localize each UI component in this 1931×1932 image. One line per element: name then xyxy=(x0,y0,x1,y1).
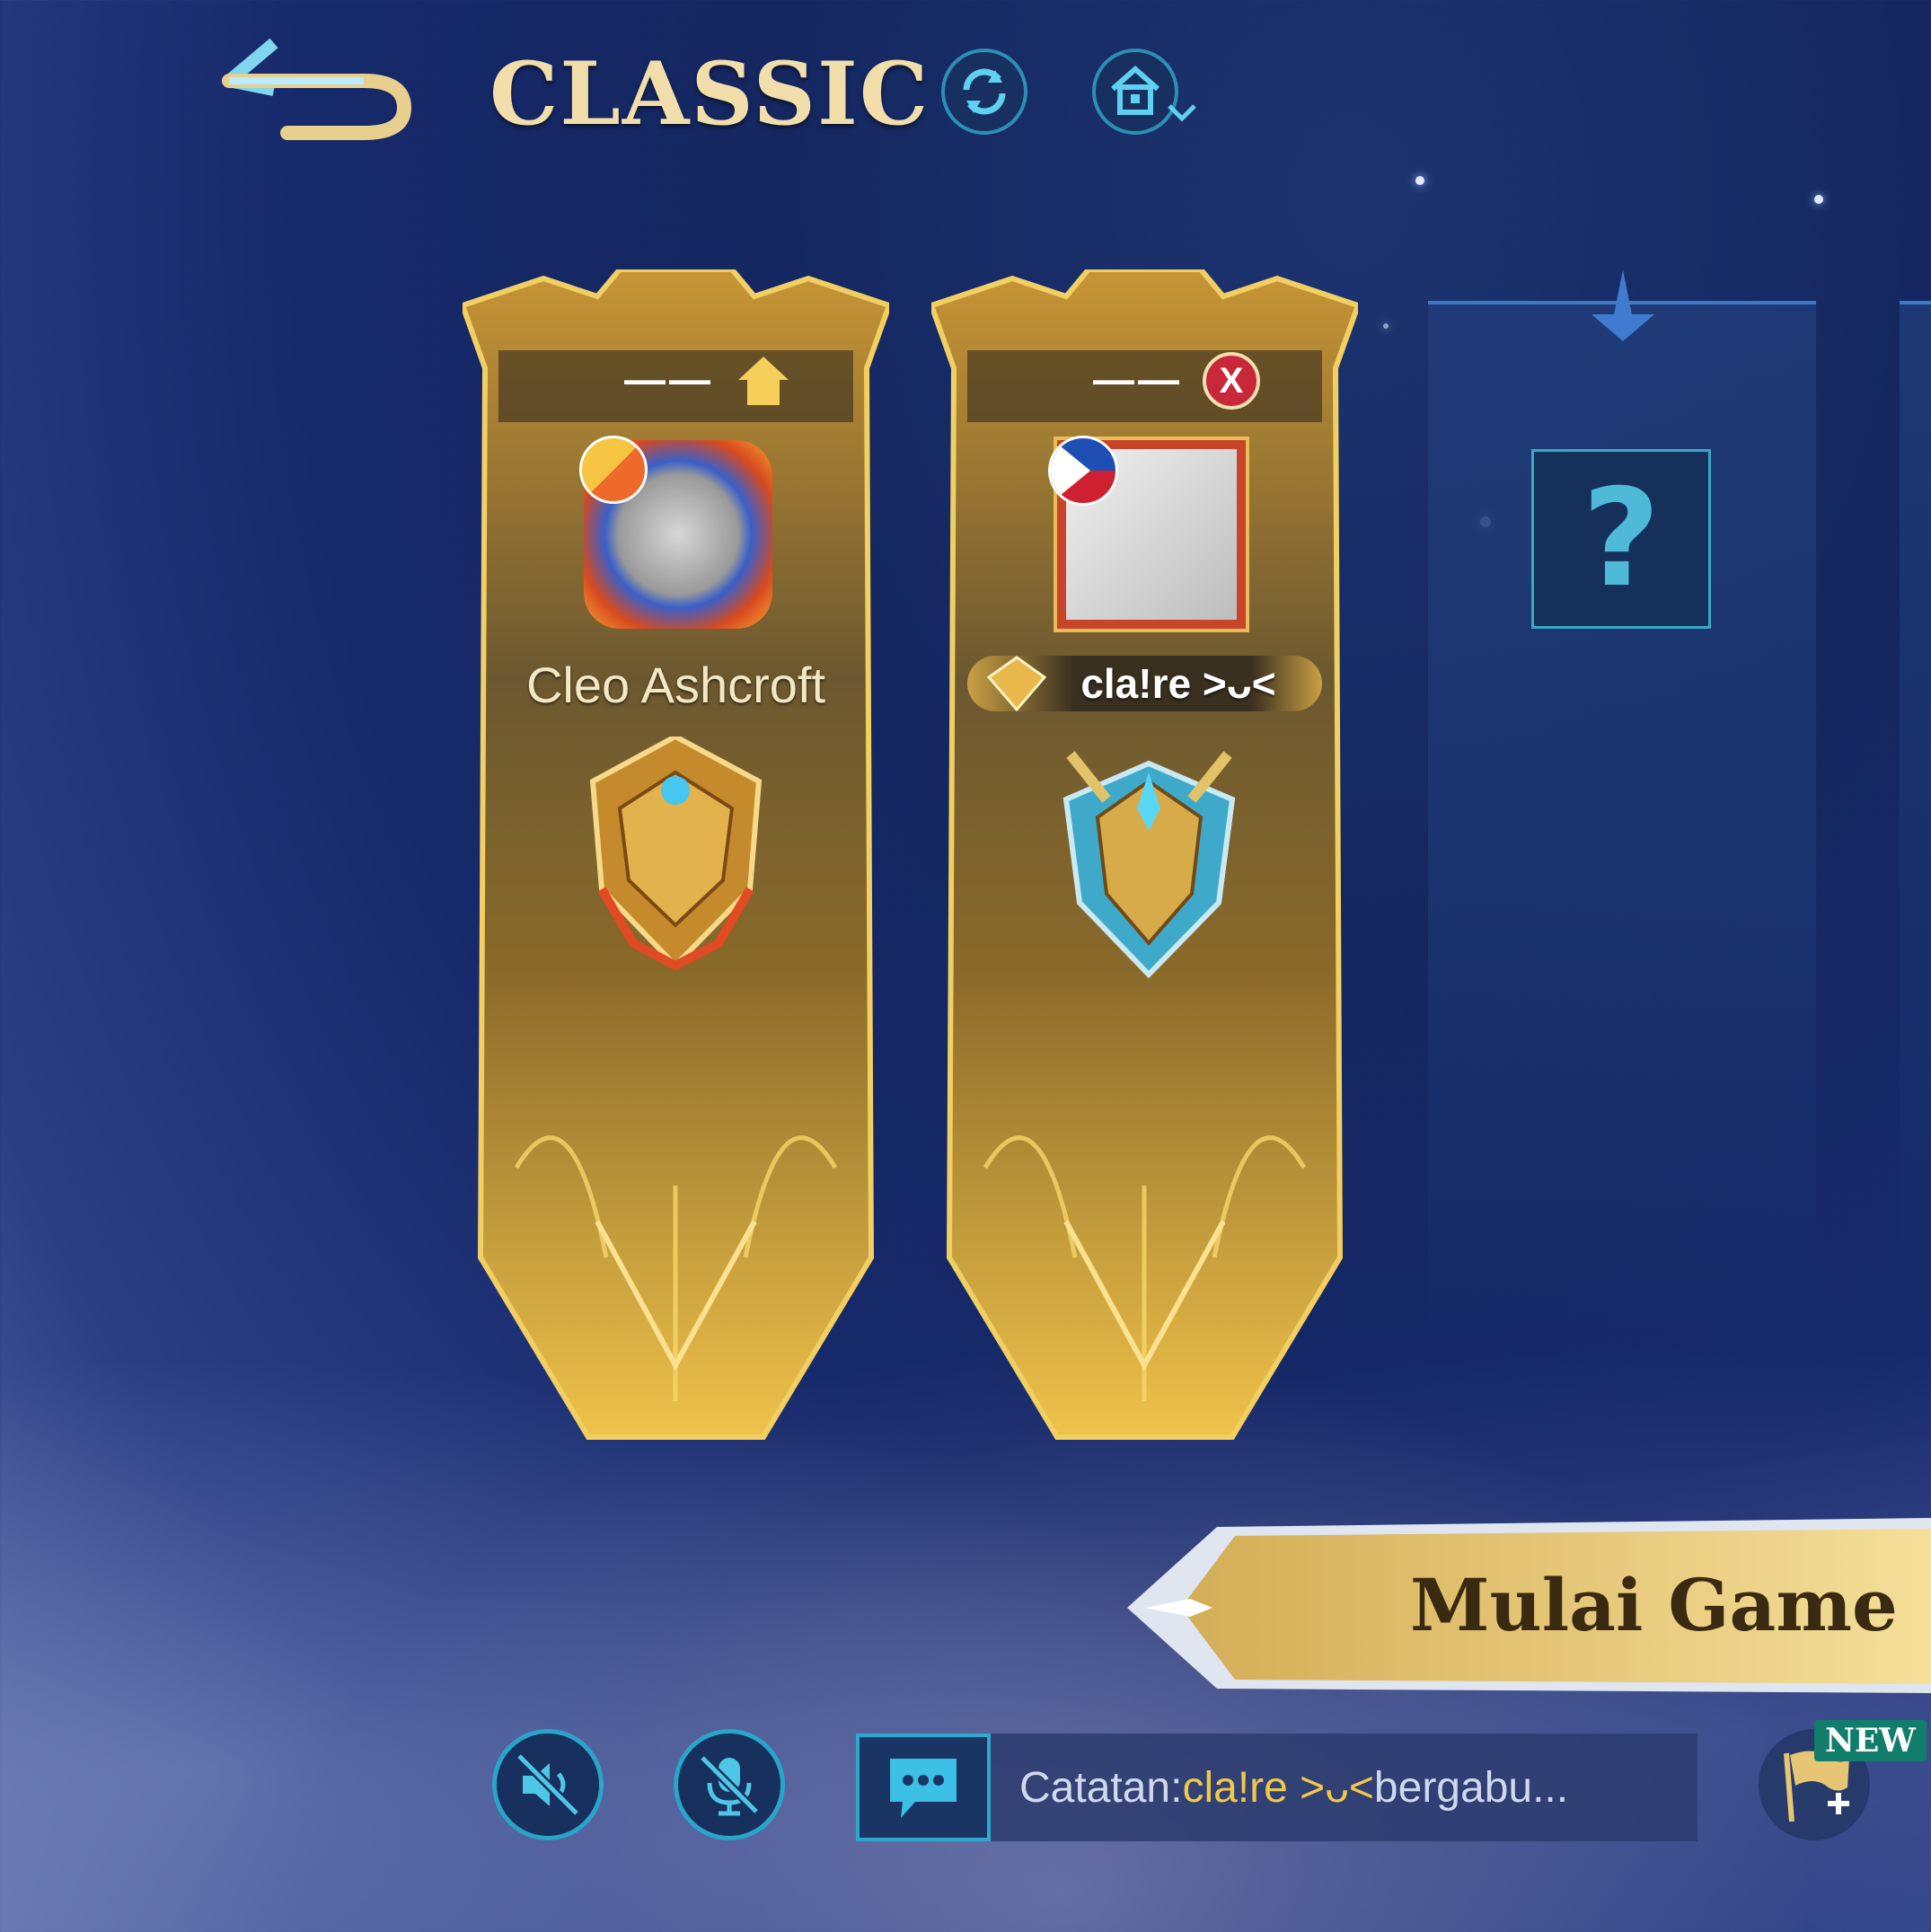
empty-player-slot-partial xyxy=(1900,301,1931,1328)
chevron-down-icon xyxy=(1168,104,1196,122)
speaker-muted-icon xyxy=(516,1752,580,1817)
house-settings-icon xyxy=(1111,66,1159,115)
kick-button[interactable]: X xyxy=(1203,352,1260,410)
slot-ornament-icon xyxy=(1592,269,1654,341)
back-button[interactable] xyxy=(211,27,418,144)
chat-button[interactable] xyxy=(856,1734,991,1841)
slot-label: —— xyxy=(624,356,714,402)
star-decoration xyxy=(1415,176,1424,185)
player-banner-member[interactable]: —— X cla!re >ᴗ< xyxy=(931,269,1358,1446)
start-game-label: Mulai Game xyxy=(1410,1563,1898,1647)
player-name: Cleo Ashcroft xyxy=(525,657,826,713)
star-decoration xyxy=(1814,195,1823,204)
chat-player-name: cla!re >ᴗ< xyxy=(1182,1763,1374,1812)
chat-message[interactable]: Catatan: cla!re >ᴗ< bergabu... xyxy=(991,1734,1697,1841)
back-arrow-icon xyxy=(222,38,412,140)
home-icon xyxy=(738,357,789,405)
chat-bubble-icon xyxy=(890,1759,957,1818)
chat-bar: Catatan: cla!re >ᴗ< bergabu... xyxy=(856,1734,1697,1841)
microphone-muted-icon xyxy=(699,1754,760,1816)
page-title: CLASSIC xyxy=(489,43,930,145)
question-mark-icon: ? xyxy=(1582,461,1661,617)
rank-emblem-icon xyxy=(1062,751,1236,979)
player-banner-host[interactable]: —— Cleo Ashcroft xyxy=(463,269,889,1446)
microphone-mute-button[interactable] xyxy=(674,1729,785,1840)
chat-suffix: bergabu... xyxy=(1373,1763,1569,1812)
country-flag-icon xyxy=(579,436,648,504)
country-flag-icon xyxy=(1048,436,1118,506)
player-name: cla!re >ᴗ< xyxy=(1080,660,1276,707)
refresh-button[interactable] xyxy=(941,49,1027,135)
star-decoration xyxy=(1383,323,1389,329)
refresh-icon xyxy=(963,68,1006,115)
new-badge: NEW xyxy=(1814,1720,1927,1761)
speaker-mute-button[interactable] xyxy=(492,1729,604,1840)
chat-prefix: Catatan: xyxy=(1019,1763,1183,1812)
invite-slot-button[interactable]: ? xyxy=(1531,449,1711,629)
slot-label: —— xyxy=(1093,356,1183,402)
kick-icon: X xyxy=(1219,360,1244,401)
rank-emblem-icon xyxy=(589,737,763,970)
